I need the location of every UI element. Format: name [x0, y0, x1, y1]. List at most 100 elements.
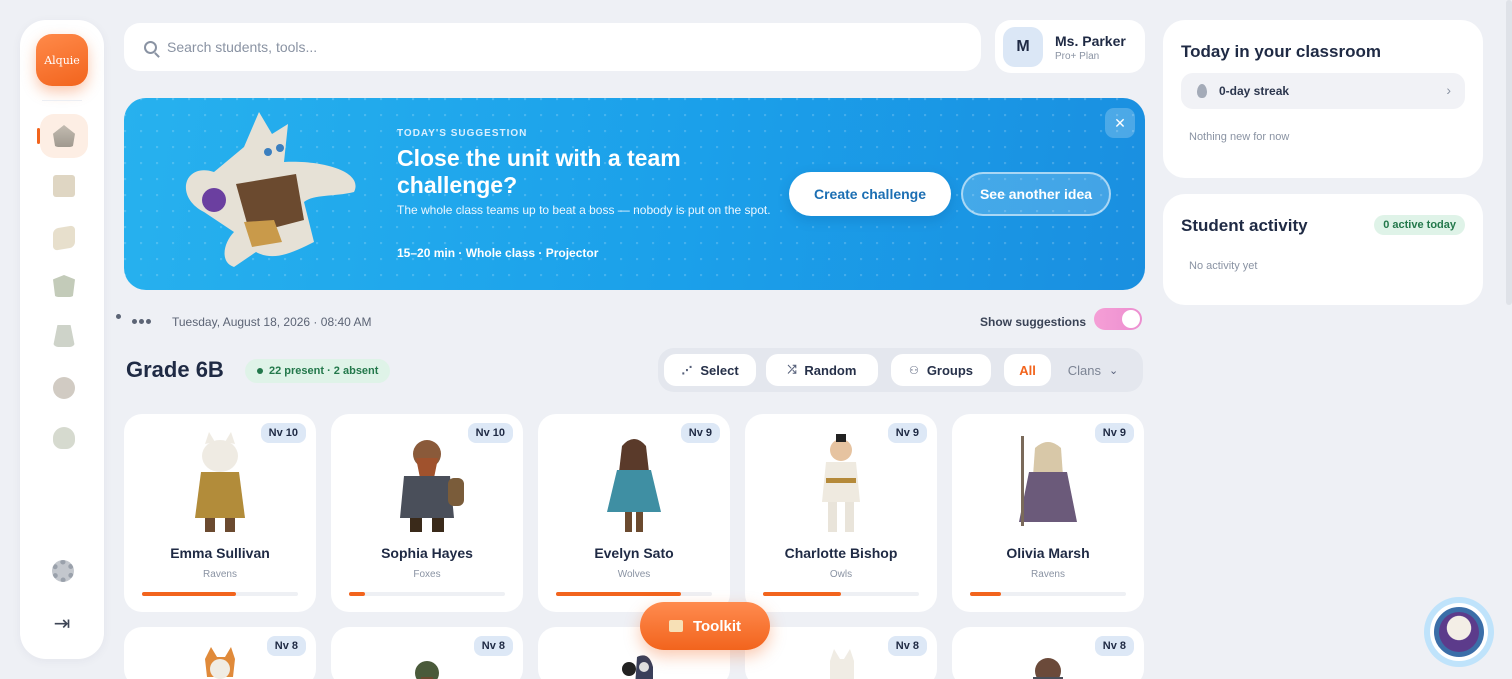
suggestion-title: Close the unit with a team challenge? — [397, 145, 681, 198]
student-clan: Wolves — [617, 569, 651, 580]
level-badge: Nv 8 — [1094, 636, 1134, 656]
app-logo[interactable]: Alquie — [36, 34, 88, 86]
sidebar-item-scroll[interactable] — [40, 216, 88, 260]
current-datetime: Tuesday, August 18, 2026 · 08:40 AM — [172, 315, 372, 329]
show-suggestions-label: Show suggestions — [980, 315, 1087, 329]
student-clan: Foxes — [413, 569, 441, 580]
student-name: Charlotte Bishop — [784, 545, 898, 561]
random-button[interactable]: ⤮ Random — [766, 354, 878, 386]
today-panel: Today in your classroom 0-day streak › N… — [1163, 20, 1483, 178]
clans-dropdown[interactable]: Clans ⌄ — [1058, 354, 1128, 386]
student-card[interactable]: Nv 9 Olivia Marsh Ravens — [952, 414, 1144, 612]
profile-name: Ms. Parker — [1055, 33, 1126, 49]
coins-icon — [53, 427, 75, 449]
student-avatar — [607, 439, 661, 532]
suggestion-meta: 15–20 min · Whole class · Projector — [397, 246, 599, 260]
mascot-assistant-button[interactable] — [1424, 597, 1494, 667]
student-card[interactable]: Nv 10 Sophia Hayes Foxes — [331, 414, 523, 612]
profile-card[interactable]: M Ms. Parker Pro+ Plan — [995, 20, 1145, 73]
search-input[interactable]: Search students, tools... — [167, 39, 317, 55]
clans-label: Clans — [1067, 362, 1102, 378]
xp-fill — [349, 592, 365, 596]
streak-label: 0-day streak — [1219, 84, 1290, 98]
search-bar[interactable]: Search students, tools... — [124, 23, 981, 71]
banner-icon — [53, 325, 75, 347]
xp-bar — [556, 592, 712, 596]
level-badge: Nv 8 — [266, 636, 306, 656]
xp-fill — [970, 592, 1002, 596]
shuffle-icon: ⤮ — [787, 363, 797, 376]
student-card[interactable]: Nv 8 — [952, 627, 1144, 679]
suggestion-kicker: TODAY'S SUGGESTION — [397, 128, 528, 139]
page-scrollbar[interactable] — [1506, 0, 1512, 305]
more-icon[interactable] — [132, 319, 151, 324]
avatar: M — [1003, 27, 1043, 67]
carousel-dot[interactable] — [116, 314, 121, 319]
close-icon[interactable]: ✕ — [1105, 108, 1135, 138]
toggle-knob — [1122, 310, 1140, 328]
toolkit-button[interactable]: Toolkit — [640, 602, 770, 650]
student-avatar — [1019, 436, 1077, 526]
student-card[interactable]: Nv 9 Evelyn Sato Wolves — [538, 414, 730, 612]
mascot-avatar — [1430, 603, 1488, 661]
student-avatar — [195, 432, 245, 532]
student-clan: Ravens — [1031, 569, 1065, 580]
level-badge: Nv 10 — [467, 423, 513, 443]
student-name: Olivia Marsh — [1006, 545, 1090, 561]
student-clan: Owls — [829, 569, 853, 580]
activity-panel-title: Student activity — [1181, 216, 1308, 235]
search-icon — [144, 40, 157, 54]
toolkit-label: Toolkit — [692, 617, 742, 635]
select-button[interactable]: ⋰ Select — [664, 354, 756, 386]
sidebar-item-shield[interactable] — [40, 264, 88, 308]
student-avatar — [822, 434, 860, 532]
level-badge: Nv 8 — [473, 636, 513, 656]
student-card[interactable]: Nv 9 Charlotte Bishop Owls — [745, 414, 937, 612]
activity-panel: Student activity 0 active today No activ… — [1163, 194, 1483, 305]
filter-all-tab[interactable]: All — [1004, 354, 1051, 386]
xp-bar — [763, 592, 919, 596]
users-icon: ⚇ — [908, 364, 919, 377]
mascot-icon — [1439, 612, 1479, 652]
status-row: Tuesday, August 18, 2026 · 08:40 AM Show… — [114, 308, 1145, 336]
logout-icon[interactable]: ⇥ — [50, 612, 74, 636]
xp-bar — [349, 592, 505, 596]
attendance-badge: 22 present · 2 absent — [245, 359, 391, 383]
chevron-down-icon: ⌄ — [1109, 364, 1119, 377]
castle-icon — [53, 125, 75, 147]
level-badge: Nv 9 — [680, 423, 720, 443]
student-card[interactable]: Nv 10 Emma Sullivan Ravens — [124, 414, 316, 612]
gear-icon[interactable] — [52, 560, 74, 582]
scroll-icon — [53, 225, 75, 251]
create-challenge-button[interactable]: Create challenge — [789, 172, 951, 216]
activity-empty-text: No activity yet — [1189, 260, 1258, 272]
xp-fill — [142, 592, 236, 596]
sidebar-item-castle[interactable] — [37, 114, 88, 158]
level-badge: Nv 8 — [887, 636, 927, 656]
student-avatar — [622, 655, 653, 679]
trophy-icon — [53, 377, 75, 399]
filter-bar: ⋰ Select ⤮ Random ⚇ Groups All Clans ⌄ — [658, 348, 1143, 392]
see-another-idea-button[interactable]: See another idea — [961, 172, 1111, 216]
book-icon — [668, 620, 683, 632]
student-name: Sophia Hayes — [381, 545, 473, 561]
streak-row[interactable]: 0-day streak › — [1181, 73, 1465, 109]
student-avatar — [415, 661, 439, 679]
student-card[interactable]: Nv 8 — [745, 627, 937, 679]
sidebar-item-trophy[interactable] — [40, 366, 88, 410]
student-card[interactable]: Nv 8 — [124, 627, 316, 679]
level-badge: Nv 10 — [260, 423, 306, 443]
sidebar-item-banner[interactable] — [40, 314, 88, 358]
groups-button[interactable]: ⚇ Groups — [891, 354, 991, 386]
sidebar-item-book[interactable] — [40, 164, 88, 208]
select-label: Select — [700, 362, 739, 378]
flame-icon — [1197, 84, 1207, 98]
profile-plan: Pro+ Plan — [1055, 51, 1100, 62]
suggestion-banner: TODAY'S SUGGESTION Close the unit with a… — [124, 98, 1145, 290]
sidebar-item-coins[interactable] — [40, 416, 88, 460]
student-avatar — [1033, 658, 1063, 679]
student-card[interactable]: Nv 8 — [331, 627, 523, 679]
show-suggestions-toggle[interactable] — [1094, 308, 1142, 330]
groups-label: Groups — [926, 362, 974, 378]
student-avatar — [830, 649, 854, 679]
